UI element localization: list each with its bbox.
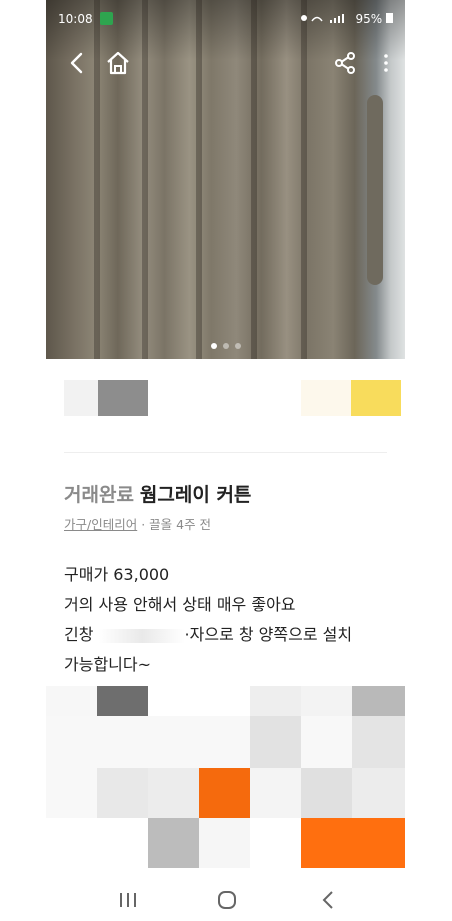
mosaic-cell xyxy=(250,686,301,716)
mosaic-cell xyxy=(148,818,199,868)
mosaic-cell xyxy=(199,768,250,818)
category-link[interactable]: 가구/인테리어 xyxy=(64,517,137,532)
mosaic-cell xyxy=(301,818,405,868)
curtain-fold xyxy=(301,0,307,359)
home-circle-icon xyxy=(218,891,236,909)
status-bar: 10:08 95% xyxy=(58,12,393,30)
section-divider xyxy=(64,452,387,453)
listing-title: 거래완료 웜그레이 커튼 xyxy=(64,480,251,507)
listing-description: 구매가 63,000 거의 사용 안해서 상태 매우 좋아요 긴창 ·자으로 창… xyxy=(64,560,394,680)
mosaic-cell xyxy=(46,686,97,716)
signal-wifi-icon xyxy=(300,14,344,23)
manner-temperature xyxy=(351,380,401,416)
mosaic-cell xyxy=(250,768,301,818)
avatar xyxy=(98,380,148,416)
mosaic-cell xyxy=(352,686,405,716)
page-dot[interactable] xyxy=(234,343,241,349)
status-badge: 거래완료 xyxy=(64,484,134,506)
curtain-fold xyxy=(142,0,148,359)
seller-profile-strip[interactable] xyxy=(46,378,405,418)
product-name: 웜그레이 커튼 xyxy=(139,484,252,506)
mosaic-cell xyxy=(148,768,199,818)
battery-icon xyxy=(386,13,393,23)
share-button[interactable] xyxy=(330,48,360,78)
recent-apps-icon xyxy=(120,893,136,907)
mosaic-cell xyxy=(46,768,97,818)
mosaic-cell xyxy=(46,716,250,768)
page-indicator xyxy=(46,334,405,353)
back-nav-button[interactable] xyxy=(308,886,348,914)
recent-apps-button[interactable] xyxy=(108,886,148,914)
mosaic-cell xyxy=(250,716,301,768)
app-notification-icon xyxy=(100,12,114,25)
manner-temperature xyxy=(301,380,351,416)
description-line: 가능합니다~ xyxy=(64,655,152,674)
mosaic-cell xyxy=(301,716,352,768)
mosaic-cell xyxy=(97,768,148,818)
listing-time: · 끌올 4주 전 xyxy=(141,517,212,532)
home-button[interactable] xyxy=(103,48,133,78)
status-right: 95% xyxy=(300,12,393,26)
description-line: 거의 사용 안해서 상태 매우 좋아요 xyxy=(64,595,296,614)
mosaic-cell xyxy=(301,768,352,818)
curtain-fold xyxy=(94,0,100,359)
share-icon xyxy=(335,52,355,74)
home-nav-button[interactable] xyxy=(207,886,247,914)
curtain-fold xyxy=(251,0,257,359)
redacted-text xyxy=(98,628,185,643)
battery-percent: 95% xyxy=(355,12,383,26)
mosaic-cell xyxy=(97,686,148,716)
back-nav-icon xyxy=(322,891,333,909)
description-line: 구매가 63,000 xyxy=(64,565,170,584)
pixelated-region xyxy=(46,686,405,870)
status-time: 10:08 xyxy=(58,12,93,26)
page-dot[interactable] xyxy=(222,343,229,349)
home-icon xyxy=(107,51,129,75)
mosaic-cell xyxy=(199,818,250,868)
back-button[interactable] xyxy=(62,48,92,78)
more-button[interactable] xyxy=(371,48,401,78)
system-nav-bar xyxy=(0,880,452,921)
mosaic-cell xyxy=(352,716,405,768)
page-dot[interactable] xyxy=(210,343,217,349)
mosaic-cell xyxy=(301,686,352,716)
mosaic-cell xyxy=(352,768,405,818)
product-photo[interactable]: 10:08 95% xyxy=(46,0,405,359)
chevron-left-icon xyxy=(70,52,83,74)
description-line: 긴창 ·자으로 창 양쪽으로 설치 xyxy=(64,625,353,644)
app-frame: 10:08 95% 거래완료 웜그레이 커튼 가구/인테리어 · 끌올 4주 전… xyxy=(46,0,405,921)
curtain-tie xyxy=(367,95,383,285)
avatar xyxy=(64,380,98,416)
listing-meta: 가구/인테리어 · 끌올 4주 전 xyxy=(64,514,211,533)
curtain-fold xyxy=(196,0,202,359)
more-vertical-icon xyxy=(384,54,388,72)
